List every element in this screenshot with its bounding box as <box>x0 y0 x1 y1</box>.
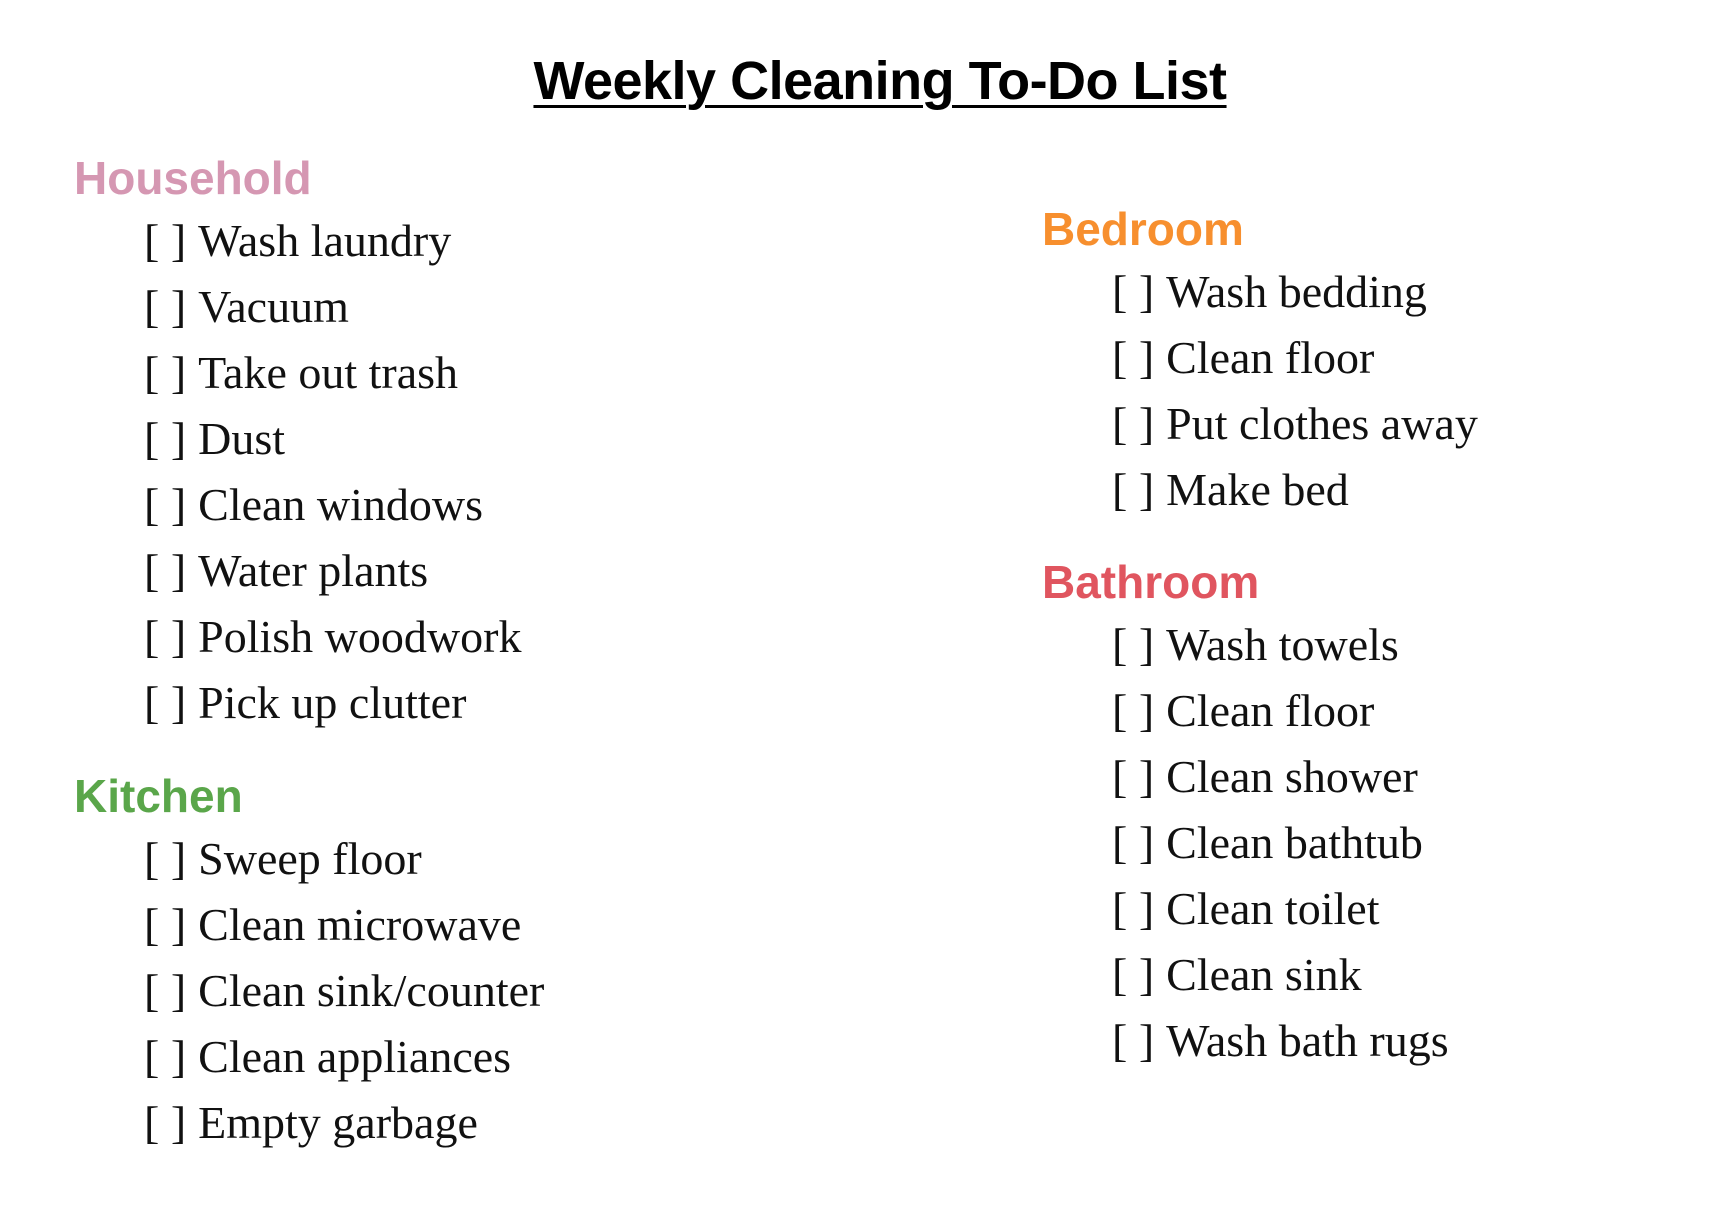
task-list: [ ] Sweep floor [ ] Clean microwave [ ] Clean… <box>74 826 544 1156</box>
task-label: Wash laundry <box>198 215 452 266</box>
task-label: Dust <box>198 413 286 464</box>
task-label: Water plants <box>198 545 429 596</box>
task-item: [ ] Clean windows <box>144 472 521 538</box>
task-item: [ ] Sweep floor <box>144 826 544 892</box>
task-item: [ ] Clean shower <box>1112 744 1449 810</box>
checkbox-placeholder: [ ] <box>1112 817 1155 868</box>
task-label: Clean floor <box>1166 332 1375 383</box>
task-label: Clean shower <box>1166 751 1418 802</box>
checkbox-placeholder: [ ] <box>1112 398 1155 449</box>
checkbox-placeholder: [ ] <box>144 677 187 728</box>
task-label: Make bed <box>1166 464 1349 515</box>
task-label: Clean microwave <box>198 899 522 950</box>
task-label: Vacuum <box>198 281 349 332</box>
task-label: Clean windows <box>198 479 484 530</box>
checkbox-placeholder: [ ] <box>1112 266 1155 317</box>
task-item: [ ] Clean sink <box>1112 942 1449 1008</box>
page-title: Weekly Cleaning To-Do List <box>533 51 1227 111</box>
task-item: [ ] Wash laundry <box>144 208 521 274</box>
task-item: [ ] Wash bath rugs <box>1112 1008 1449 1074</box>
task-label: Pick up clutter <box>198 677 467 728</box>
checkbox-placeholder: [ ] <box>144 965 187 1016</box>
task-item: [ ] Wash towels <box>1112 612 1449 678</box>
task-label: Take out trash <box>198 347 459 398</box>
task-label: Empty garbage <box>198 1097 478 1148</box>
task-label: Clean toilet <box>1166 883 1380 934</box>
checkbox-placeholder: [ ] <box>144 611 187 662</box>
task-item: [ ] Polish woodwork <box>144 604 521 670</box>
checkbox-placeholder: [ ] <box>1112 1015 1155 1066</box>
task-label: Clean sink <box>1166 949 1362 1000</box>
checkbox-placeholder: [ ] <box>144 479 187 530</box>
checkbox-placeholder: [ ] <box>1112 949 1155 1000</box>
checkbox-placeholder: [ ] <box>1112 332 1155 383</box>
section-kitchen: Kitchen [ ] Sweep floor [ ] Clean microwave… <box>74 770 544 1156</box>
task-list: [ ] Wash laundry [ ] Vacuum [ ] Take out tras… <box>74 208 521 736</box>
task-item: [ ] Clean floor <box>1112 325 1478 391</box>
checkbox-placeholder: [ ] <box>144 215 187 266</box>
section-heading: Bedroom <box>1042 203 1244 255</box>
task-list: [ ] Wash towels [ ] Clean floor [ ] Clean sho… <box>1042 612 1449 1074</box>
task-item: [ ] Vacuum <box>144 274 521 340</box>
task-label: Clean sink/counter <box>198 965 545 1016</box>
task-item: [ ] Clean microwave <box>144 892 544 958</box>
task-item: [ ] Wash bedding <box>1112 259 1478 325</box>
task-item: [ ] Clean appliances <box>144 1024 544 1090</box>
task-item: [ ] Clean bathtub <box>1112 810 1449 876</box>
checkbox-placeholder: [ ] <box>144 899 187 950</box>
task-item: [ ] Water plants <box>144 538 521 604</box>
checkbox-placeholder: [ ] <box>144 1031 187 1082</box>
section-bathroom: Bathroom [ ] Wash towels[ ] Clean floor[ ]… <box>1042 556 1449 1074</box>
task-item: [ ] Dust <box>144 406 521 472</box>
section-household: Household [ ] Wash laundry [ ] Vacuum [ ] Tak… <box>74 152 521 736</box>
task-label: Sweep floor <box>198 833 422 884</box>
section-bedroom: Bedroom [ ] Wash bedding[ ] Clean floor[ ]… <box>1042 203 1478 523</box>
task-label: Put clothes away <box>1166 398 1478 449</box>
checkbox-placeholder: [ ] <box>1112 464 1155 515</box>
checkbox-placeholder: [ ] <box>144 347 187 398</box>
task-label: Clean appliances <box>198 1031 512 1082</box>
task-item: [ ] Clean sink/counter <box>144 958 544 1024</box>
task-item: [ ] Empty garbage <box>144 1090 544 1156</box>
section-heading: Bathroom <box>1042 556 1260 608</box>
checkbox-placeholder: [ ] <box>1112 883 1155 934</box>
section-heading: Kitchen <box>74 770 243 822</box>
checkbox-placeholder: [ ] <box>144 413 187 464</box>
task-list: [ ] Wash bedding [ ] Clean floor [ ] Put clot… <box>1042 259 1478 523</box>
task-item: [ ] Pick up clutter <box>144 670 521 736</box>
checkbox-placeholder: [ ] <box>144 833 187 884</box>
checkbox-placeholder: [ ] <box>1112 685 1155 736</box>
checkbox-placeholder: [ ] <box>144 545 187 596</box>
task-item: [ ] Clean floor <box>1112 678 1449 744</box>
checkbox-placeholder: [ ] <box>144 1097 187 1148</box>
checkbox-placeholder: [ ] <box>1112 751 1155 802</box>
checkbox-placeholder: [ ] <box>144 281 187 332</box>
task-item: [ ] Clean toilet <box>1112 876 1449 942</box>
section-heading: Household <box>74 152 312 204</box>
task-label: Clean bathtub <box>1166 817 1423 868</box>
task-label: Wash bath rugs <box>1166 1015 1449 1066</box>
task-item: [ ] Make bed <box>1112 457 1478 523</box>
task-item: [ ] Take out trash <box>144 340 521 406</box>
task-item: [ ] Put clothes away <box>1112 391 1478 457</box>
task-label: Wash bedding <box>1166 266 1427 317</box>
task-label: Wash towels <box>1166 619 1399 670</box>
checkbox-placeholder: [ ] <box>1112 619 1155 670</box>
task-label: Polish woodwork <box>198 611 522 662</box>
task-label: Clean floor <box>1166 685 1375 736</box>
